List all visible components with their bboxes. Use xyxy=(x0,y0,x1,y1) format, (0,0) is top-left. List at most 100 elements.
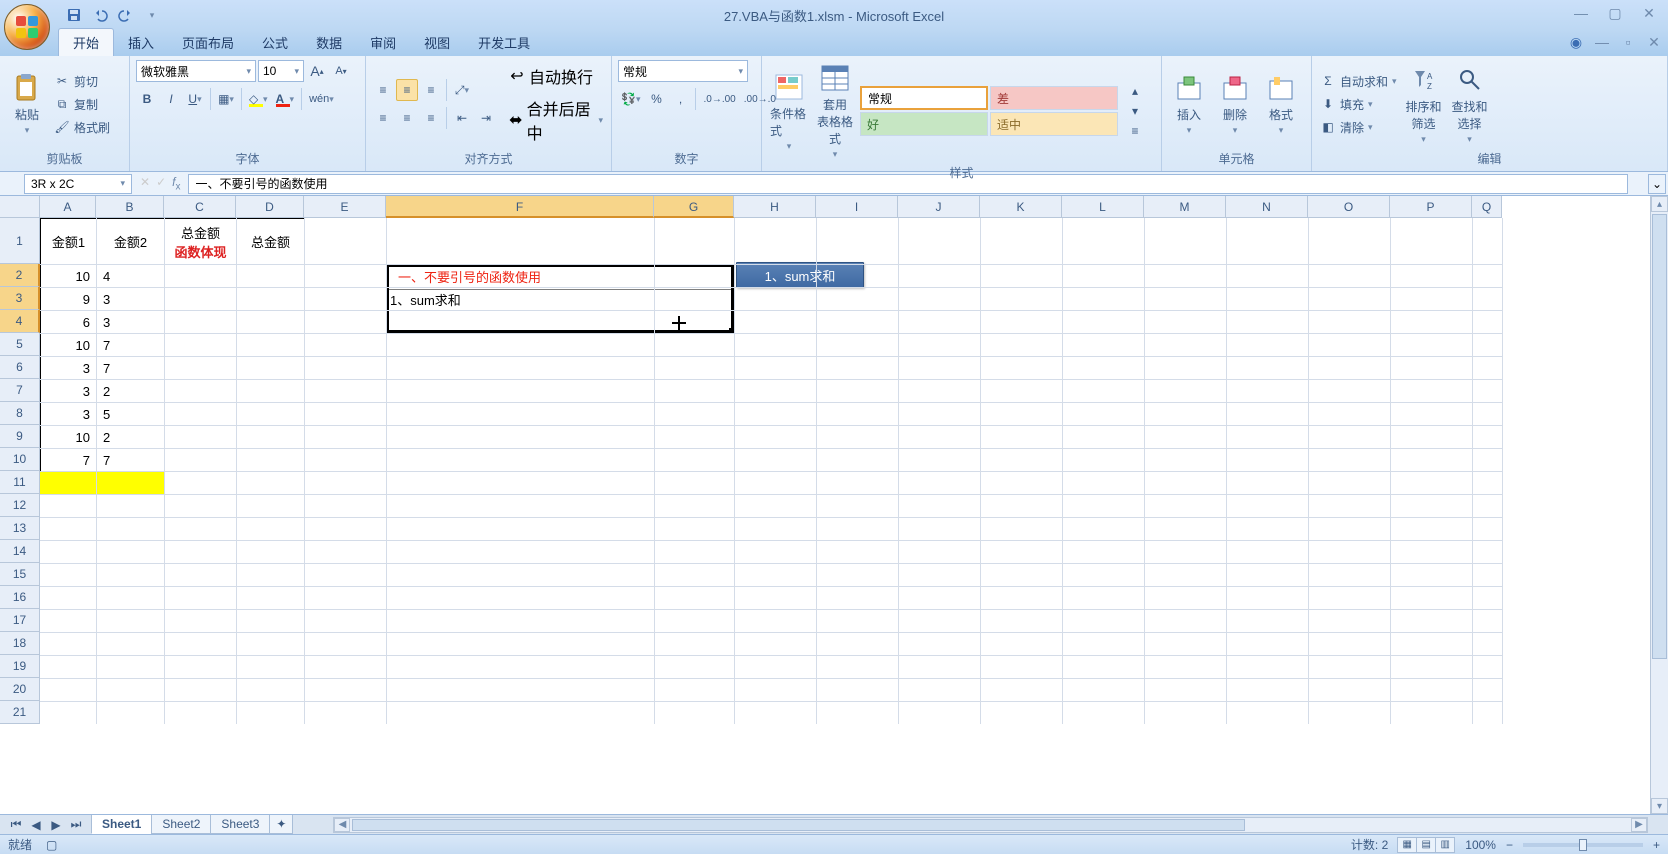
row-header-3[interactable]: 3 xyxy=(0,287,40,310)
column-header-J[interactable]: J xyxy=(898,196,980,218)
underline-button[interactable]: U▾ xyxy=(184,88,206,110)
align-middle-button[interactable]: ≡ xyxy=(396,79,418,101)
fill-button[interactable]: ⬇填充▾ xyxy=(1318,95,1399,114)
cancel-formula-icon[interactable]: ✕ xyxy=(140,175,150,192)
next-sheet-icon[interactable]: ▶ xyxy=(48,817,64,833)
row-header-8[interactable]: 8 xyxy=(0,402,40,425)
align-top-button[interactable]: ≡ xyxy=(372,79,394,101)
mdi-minimize-icon[interactable]: — xyxy=(1594,34,1610,50)
cell-style-bad[interactable]: 差 xyxy=(990,86,1118,110)
tab-view[interactable]: 视图 xyxy=(410,29,464,56)
horizontal-scrollbar[interactable]: ◀ ▶ xyxy=(333,817,1648,833)
mdi-restore-icon[interactable]: ▫ xyxy=(1620,34,1636,50)
row-header-9[interactable]: 9 xyxy=(0,425,40,448)
tab-developer[interactable]: 开发工具 xyxy=(464,29,544,56)
scroll-up-icon[interactable]: ▴ xyxy=(1651,196,1668,212)
first-sheet-icon[interactable]: ⏮ xyxy=(8,817,24,833)
grow-font-button[interactable]: A▴ xyxy=(306,60,328,82)
column-header-K[interactable]: K xyxy=(980,196,1062,218)
column-header-H[interactable]: H xyxy=(734,196,816,218)
tab-data[interactable]: 数据 xyxy=(302,29,356,56)
fx-icon[interactable]: fx xyxy=(172,175,180,192)
row-header-13[interactable]: 13 xyxy=(0,517,40,540)
tab-formulas[interactable]: 公式 xyxy=(248,29,302,56)
row-header-20[interactable]: 20 xyxy=(0,678,40,701)
column-header-D[interactable]: D xyxy=(236,196,304,218)
zoom-out-button[interactable]: − xyxy=(1506,838,1513,852)
sort-filter-button[interactable]: AZ排序和 筛选▾ xyxy=(1403,62,1445,147)
delete-cells-button[interactable]: 删除▾ xyxy=(1214,70,1256,138)
row-header-14[interactable]: 14 xyxy=(0,540,40,563)
column-header-N[interactable]: N xyxy=(1226,196,1308,218)
column-header-I[interactable]: I xyxy=(816,196,898,218)
find-select-button[interactable]: 查找和 选择▾ xyxy=(1449,62,1491,147)
align-right-button[interactable]: ≡ xyxy=(420,107,442,129)
select-all-corner[interactable] xyxy=(0,196,40,218)
paste-button[interactable]: 粘贴 ▾ xyxy=(6,70,48,138)
copy-button[interactable]: ⧉复制 xyxy=(52,95,112,114)
row-header-2[interactable]: 2 xyxy=(0,264,40,287)
column-header-C[interactable]: C xyxy=(164,196,236,218)
minimize-button[interactable]: — xyxy=(1568,4,1594,22)
enter-formula-icon[interactable]: ✓ xyxy=(156,175,166,192)
tab-insert[interactable]: 插入 xyxy=(114,29,168,56)
help-icon[interactable]: ◉ xyxy=(1568,34,1584,50)
row-header-10[interactable]: 10 xyxy=(0,448,40,471)
row-header-18[interactable]: 18 xyxy=(0,632,40,655)
row-header-21[interactable]: 21 xyxy=(0,701,40,724)
tab-home[interactable]: 开始 xyxy=(58,28,114,56)
fill-color-button[interactable]: ◇▾ xyxy=(246,88,271,110)
merge-center-button[interactable]: ⬌合并后居中▾ xyxy=(507,95,605,145)
row-header-5[interactable]: 5 xyxy=(0,333,40,356)
row-header-11[interactable]: 11 xyxy=(0,471,40,494)
align-bottom-button[interactable]: ≡ xyxy=(420,79,442,101)
insert-cells-button[interactable]: 插入▾ xyxy=(1168,70,1210,138)
macro-record-icon[interactable]: ▢ xyxy=(46,838,57,852)
page-break-view-button[interactable]: ▥ xyxy=(1435,837,1455,853)
column-header-O[interactable]: O xyxy=(1308,196,1390,218)
normal-view-button[interactable]: ▦ xyxy=(1397,837,1417,853)
align-center-button[interactable]: ≡ xyxy=(396,107,418,129)
comma-button[interactable]: , xyxy=(669,88,691,110)
accounting-format-button[interactable]: 💱▾ xyxy=(618,88,643,110)
zoom-in-button[interactable]: + xyxy=(1653,838,1660,852)
row-header-19[interactable]: 19 xyxy=(0,655,40,678)
hscroll-thumb[interactable] xyxy=(352,819,1245,831)
clear-button[interactable]: ◧清除▾ xyxy=(1318,118,1399,137)
styles-scroll-down-icon[interactable]: ▾ xyxy=(1124,102,1146,120)
column-header-A[interactable]: A xyxy=(40,196,96,218)
row-header-12[interactable]: 12 xyxy=(0,494,40,517)
format-as-table-button[interactable]: 套用 表格格式▾ xyxy=(814,60,856,162)
last-sheet-icon[interactable]: ⏭ xyxy=(68,817,84,833)
close-button[interactable]: ✕ xyxy=(1636,4,1662,22)
qat-customize-icon[interactable]: ▾ xyxy=(142,5,162,25)
row-header-15[interactable]: 15 xyxy=(0,563,40,586)
column-header-Q[interactable]: Q xyxy=(1472,196,1502,218)
prev-sheet-icon[interactable]: ◀ xyxy=(28,817,44,833)
align-left-button[interactable]: ≡ xyxy=(372,107,394,129)
column-header-P[interactable]: P xyxy=(1390,196,1472,218)
border-button[interactable]: ▦▾ xyxy=(215,88,237,110)
mdi-close-icon[interactable]: ✕ xyxy=(1646,34,1662,50)
column-header-G[interactable]: G xyxy=(654,196,734,218)
redo-icon[interactable] xyxy=(116,5,136,25)
row-header-17[interactable]: 17 xyxy=(0,609,40,632)
cell-style-normal[interactable]: 常规 xyxy=(860,86,988,110)
row-header-4[interactable]: 4 xyxy=(0,310,40,333)
increase-indent-button[interactable]: ⇥ xyxy=(475,107,497,129)
orientation-button[interactable]: ⤢▾ xyxy=(451,79,473,101)
format-painter-button[interactable]: 🖌格式刷 xyxy=(52,118,112,137)
number-format-combo[interactable]: 常规▾ xyxy=(618,60,748,82)
undo-icon[interactable] xyxy=(90,5,110,25)
wrap-text-button[interactable]: ↩自动换行 xyxy=(507,63,605,89)
scroll-left-icon[interactable]: ◀ xyxy=(334,818,350,832)
column-header-M[interactable]: M xyxy=(1144,196,1226,218)
cell-style-neutral[interactable]: 适中 xyxy=(990,112,1118,136)
styles-scroll-up-icon[interactable]: ▴ xyxy=(1124,82,1146,100)
scroll-right-icon[interactable]: ▶ xyxy=(1631,818,1647,832)
macro-button-sum[interactable]: 1、sum求和 xyxy=(736,262,864,288)
percent-button[interactable]: % xyxy=(645,88,667,110)
italic-button[interactable]: I xyxy=(160,88,182,110)
row-header-1[interactable]: 1 xyxy=(0,218,40,264)
decrease-indent-button[interactable]: ⇤ xyxy=(451,107,473,129)
